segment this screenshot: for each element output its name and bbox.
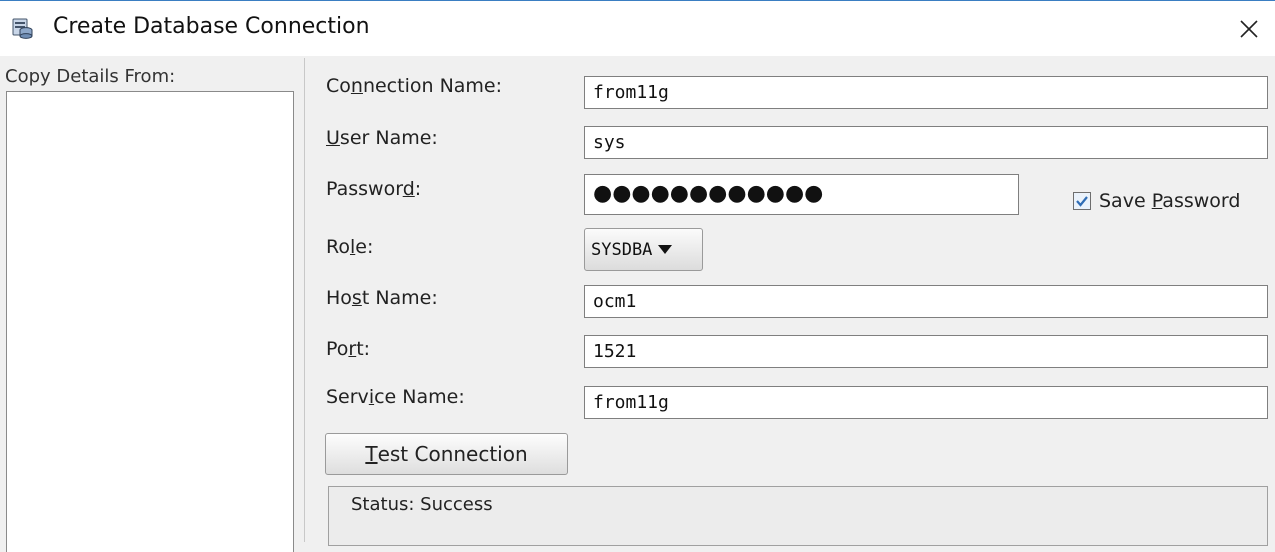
- checkbox-box[interactable]: [1073, 192, 1091, 210]
- host-name-label: Host Name:: [326, 287, 438, 309]
- title-bar: Create Database Connection: [0, 0, 1275, 56]
- password-input[interactable]: ●●●●●●●●●●●●: [584, 174, 1019, 215]
- close-icon: [1240, 20, 1258, 38]
- check-icon: [1076, 196, 1088, 207]
- panel-divider: [304, 58, 305, 542]
- status-panel: Status: Success: [328, 486, 1268, 546]
- copy-details-list[interactable]: [6, 91, 294, 552]
- service-name-label: Service Name:: [326, 386, 465, 408]
- window-title: Create Database Connection: [53, 14, 370, 39]
- connection-name-input[interactable]: from11g: [584, 76, 1268, 109]
- service-name-input[interactable]: from11g: [584, 386, 1268, 419]
- save-password-label: Save Password: [1099, 190, 1241, 212]
- port-input[interactable]: 1521: [584, 335, 1268, 368]
- database-icon: [12, 18, 33, 39]
- test-connection-button[interactable]: Test Connection: [325, 433, 568, 475]
- close-button[interactable]: [1232, 10, 1266, 48]
- title-bar-accent-line: [0, 0, 1275, 1]
- copy-details-label: Copy Details From:: [5, 66, 176, 87]
- status-text: Status: Success: [351, 494, 493, 515]
- host-name-input[interactable]: ocm1: [584, 285, 1268, 318]
- connection-name-label: Connection Name:: [326, 75, 503, 97]
- user-name-input[interactable]: sys: [584, 126, 1268, 159]
- role-value: SYSDBA: [591, 239, 653, 260]
- role-label: Role:: [326, 236, 374, 258]
- password-label: Password:: [326, 178, 422, 200]
- role-dropdown[interactable]: SYSDBA: [584, 228, 703, 271]
- port-label: Port:: [326, 338, 371, 360]
- user-name-label: User Name:: [326, 127, 438, 149]
- save-password-checkbox[interactable]: Save Password: [1073, 188, 1240, 214]
- chevron-down-icon: [658, 245, 673, 254]
